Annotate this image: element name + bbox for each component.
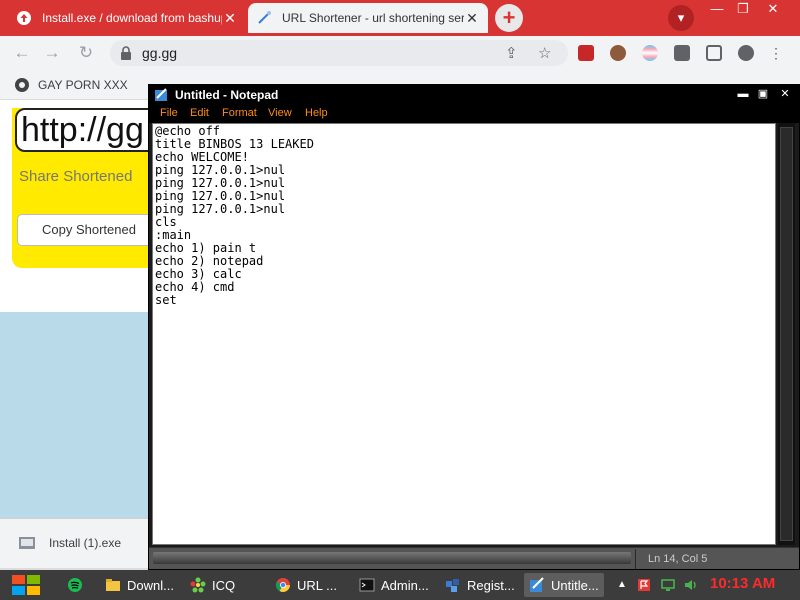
notepad-maximize-button[interactable]: ▣ bbox=[755, 87, 771, 102]
notepad-statusbar: Ln 14, Col 5 bbox=[149, 547, 799, 569]
notepad-menubar: File Edit Format View Help bbox=[149, 105, 799, 123]
status-divider bbox=[635, 549, 636, 569]
menu-edit[interactable]: Edit bbox=[190, 107, 209, 119]
tab-search-button[interactable]: ▾ bbox=[668, 5, 694, 31]
forward-arrow-icon[interactable]: → bbox=[40, 41, 64, 65]
taskbar-item-label: URL ... bbox=[297, 577, 337, 593]
notepad-title: Untitled - Notepad bbox=[175, 88, 279, 102]
taskbar-item-admin-cmd[interactable]: Admin... bbox=[354, 573, 436, 597]
horizontal-scrollbar[interactable] bbox=[153, 552, 631, 564]
copy-shortened-button[interactable]: Copy Shortened bbox=[17, 214, 167, 246]
link-icon bbox=[258, 11, 271, 24]
notepad-close-button[interactable]: ✕ bbox=[777, 87, 793, 102]
icq-flower-icon bbox=[190, 577, 206, 593]
scrollbar-thumb[interactable] bbox=[780, 127, 793, 541]
show-hidden-icons-icon[interactable]: ▲ bbox=[614, 577, 630, 593]
browser-tab-strip: Install.exe / download from bashupl ✕ UR… bbox=[0, 0, 800, 36]
menu-format[interactable]: Format bbox=[222, 107, 257, 119]
cmd-icon bbox=[359, 578, 375, 592]
upload-icon bbox=[17, 11, 31, 25]
volume-icon[interactable] bbox=[683, 577, 699, 593]
menu-kebab-icon[interactable]: ⋮ bbox=[768, 45, 784, 61]
menu-file[interactable]: File bbox=[160, 107, 178, 119]
notepad-window: Untitled - Notepad ▬ ▣ ✕ File Edit Forma… bbox=[148, 84, 800, 570]
tab-title: URL Shortener - url shortening serv bbox=[282, 11, 464, 25]
cursor-position: Ln 14, Col 5 bbox=[648, 553, 708, 565]
spotify-icon[interactable] bbox=[67, 577, 83, 593]
tab-close-icon[interactable]: ✕ bbox=[222, 10, 238, 27]
profile-icon[interactable] bbox=[738, 45, 754, 61]
close-button[interactable]: ✕ bbox=[758, 0, 788, 18]
taskbar-item-notepad[interactable]: Untitle... bbox=[524, 573, 604, 597]
registry-icon bbox=[446, 579, 459, 592]
bookmark-item[interactable]: GAY PORN XXX bbox=[14, 77, 128, 93]
puzzle-icon bbox=[15, 78, 29, 92]
taskbar-item-registry[interactable]: Regist... bbox=[440, 573, 522, 597]
tab-title: Install.exe / download from bashupl bbox=[42, 11, 222, 25]
tab-url-shortener[interactable]: URL Shortener - url shortening serv ✕ bbox=[248, 3, 488, 33]
taskbar-item-label: Regist... bbox=[467, 577, 515, 593]
notepad-icon bbox=[155, 88, 167, 101]
restore-button[interactable]: ❐ bbox=[728, 0, 758, 18]
installer-file-icon bbox=[19, 537, 35, 549]
taskbar-clock[interactable]: 10:13 AM bbox=[710, 575, 775, 592]
taskbar-item-browser[interactable]: URL ... bbox=[270, 573, 348, 597]
download-filename: Install (1).exe bbox=[49, 536, 122, 550]
taskbar: Downl... ICQ URL ... Admin... Regist... … bbox=[0, 570, 800, 600]
taskbar-item-label: ICQ bbox=[212, 577, 236, 593]
windows-start-icon[interactable] bbox=[10, 570, 42, 600]
menu-help[interactable]: Help bbox=[305, 107, 328, 119]
vertical-scrollbar[interactable] bbox=[778, 123, 795, 545]
notepad-icon bbox=[530, 577, 544, 592]
taskbar-item-label: Untitle... bbox=[551, 577, 599, 593]
notepad-titlebar[interactable]: Untitled - Notepad ▬ ▣ ✕ bbox=[149, 85, 799, 105]
notepad-minimize-button[interactable]: ▬ bbox=[735, 87, 751, 102]
bookmark-label: GAY PORN XXX bbox=[38, 78, 128, 92]
avatar-extension-icon[interactable] bbox=[610, 45, 626, 61]
taskbar-item-label: Downl... bbox=[127, 577, 174, 593]
notepad-text-area[interactable]: @echo off title BINBOS 13 LEAKED echo WE… bbox=[152, 123, 776, 545]
tab-install-download[interactable]: Install.exe / download from bashupl ✕ bbox=[8, 3, 246, 33]
flag-tray-icon[interactable] bbox=[636, 577, 652, 593]
chrome-icon bbox=[275, 578, 290, 592]
address-bar[interactable]: gg.gg ⇪ ☆ bbox=[110, 40, 568, 66]
notepad-text-content: @echo off title BINBOS 13 LEAKED echo WE… bbox=[155, 124, 314, 307]
share-label: Share Shortened bbox=[19, 168, 133, 185]
download-item[interactable]: Install (1).exe bbox=[18, 535, 121, 551]
back-arrow-icon[interactable]: ← bbox=[10, 41, 34, 65]
lock-icon bbox=[121, 46, 131, 60]
taskbar-item-label: Admin... bbox=[381, 577, 429, 593]
browser-toolbar: ← → ↻ gg.gg ⇪ ☆ ⋮ bbox=[0, 36, 800, 70]
network-icon[interactable] bbox=[660, 577, 676, 593]
folder-icon bbox=[106, 579, 120, 591]
extensions-puzzle-icon[interactable] bbox=[674, 45, 690, 61]
side-panel-icon[interactable] bbox=[706, 45, 722, 61]
tab-close-icon[interactable]: ✕ bbox=[464, 10, 480, 27]
taskbar-item-downloads[interactable]: Downl... bbox=[100, 573, 180, 597]
bookmark-star-icon[interactable]: ☆ bbox=[538, 44, 551, 62]
share-icon[interactable]: ⇪ bbox=[505, 44, 518, 62]
new-tab-button[interactable]: + bbox=[495, 4, 523, 32]
reload-icon[interactable]: ↻ bbox=[74, 41, 98, 65]
taskbar-item-icq[interactable]: ICQ bbox=[185, 573, 261, 597]
flag-extension-icon[interactable] bbox=[642, 45, 658, 61]
url-text: gg.gg bbox=[142, 45, 178, 61]
desktop-screen: Install.exe / download from bashupl ✕ UR… bbox=[0, 0, 800, 600]
menu-view[interactable]: View bbox=[268, 107, 292, 119]
ublock-icon[interactable] bbox=[578, 45, 594, 61]
